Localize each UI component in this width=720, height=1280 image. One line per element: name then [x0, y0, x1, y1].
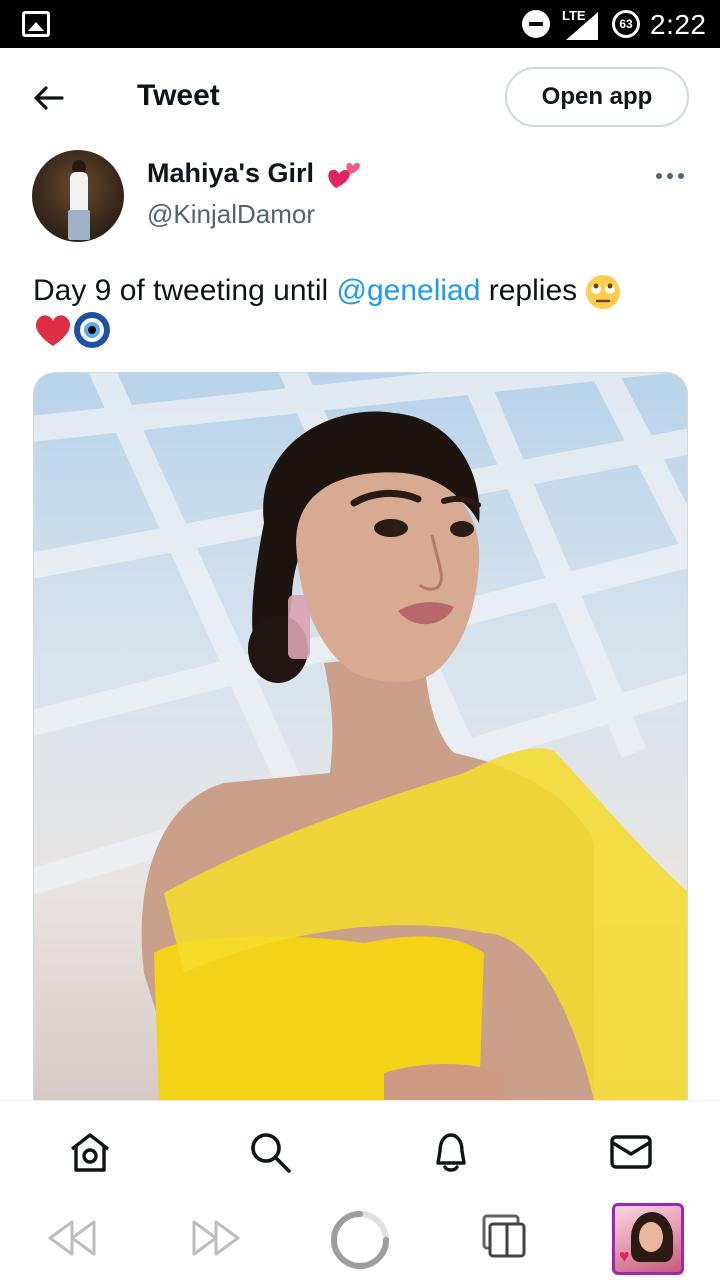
avatar[interactable]	[32, 150, 124, 242]
tweet-text-end: replies	[480, 274, 586, 307]
face-with-rolling-eyes-icon	[586, 275, 621, 310]
status-bar: LTE 63 2:22	[0, 0, 720, 48]
clock: 2:22	[650, 9, 707, 40]
tab-thumbnail[interactable]: ♥	[612, 1203, 684, 1275]
bottom-navigation	[0, 1100, 720, 1200]
messages-icon[interactable]	[608, 1129, 654, 1175]
gallery-notification-icon	[22, 11, 50, 37]
rewind-icon[interactable]	[46, 1218, 98, 1258]
home-icon[interactable]	[67, 1129, 113, 1175]
top-bar: Tweet Open app	[0, 48, 720, 148]
author-name[interactable]: Mahiya's Girl	[147, 158, 314, 189]
search-icon[interactable]	[247, 1129, 293, 1175]
more-options-icon[interactable]	[654, 168, 686, 184]
battery-icon: 63	[612, 10, 640, 38]
nazar-amulet-icon	[74, 312, 110, 349]
back-arrow-icon[interactable]	[28, 78, 68, 118]
notifications-icon[interactable]	[428, 1129, 474, 1175]
network-type: LTE	[562, 8, 586, 23]
do-not-disturb-icon	[522, 10, 550, 38]
tweet-text-start: Day 9 of tweeting until	[33, 274, 337, 307]
tweet-photo[interactable]	[33, 372, 688, 1100]
fast-forward-icon[interactable]	[190, 1218, 242, 1258]
tabs-icon[interactable]	[482, 1214, 528, 1260]
tweet-text: Day 9 of tweeting until @geneliad replie…	[33, 272, 693, 349]
two-hearts-icon	[328, 162, 360, 188]
red-heart-icon	[35, 315, 71, 347]
battery-level: 63	[619, 17, 633, 31]
author-handle[interactable]: @KinjalDamor	[147, 199, 315, 230]
mention-link[interactable]: @geneliad	[337, 274, 481, 307]
page-title: Tweet	[137, 79, 220, 112]
open-app-button[interactable]: Open app	[505, 67, 689, 127]
loading-spinner-icon[interactable]	[330, 1210, 390, 1270]
